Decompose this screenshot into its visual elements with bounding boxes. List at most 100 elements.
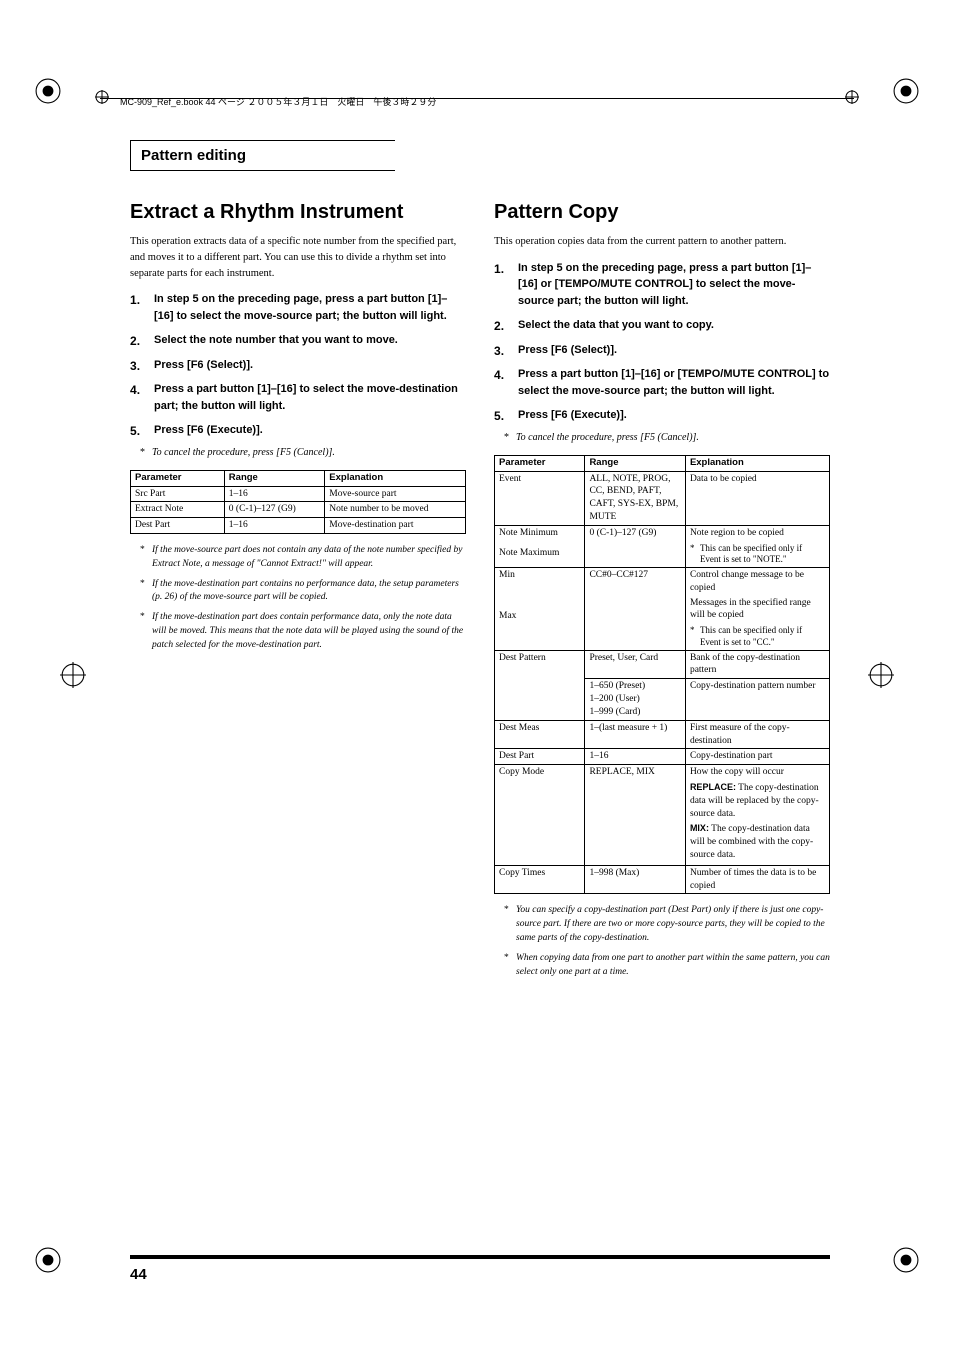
footnotes-copy: You can specify a copy-destination part … bbox=[494, 904, 830, 979]
cell: Src Part bbox=[131, 486, 225, 502]
cell: Move-destination part bbox=[325, 518, 466, 534]
footnote: If the move-source part does not contain… bbox=[140, 544, 466, 572]
step-item: Press a part button [1]–[16] to select t… bbox=[130, 381, 466, 414]
cell: Preset, User, Card bbox=[585, 650, 686, 679]
th-parameter: Parameter bbox=[131, 470, 225, 486]
cell: Note Maximum bbox=[495, 546, 585, 567]
table-row: Dest Meas 1–(last measure + 1) First mea… bbox=[495, 720, 830, 749]
step-item: In step 5 on the preceding page, press a… bbox=[494, 260, 830, 310]
footnote: You can specify a copy-destination part … bbox=[504, 904, 830, 945]
left-column: Extract a Rhythm Instrument This operati… bbox=[130, 201, 466, 985]
footnotes-extract: If the move-source part does not contain… bbox=[130, 544, 466, 652]
crop-mark-icon bbox=[35, 78, 61, 104]
heading-extract: Extract a Rhythm Instrument bbox=[130, 201, 466, 224]
cell-text: Note region to be copied bbox=[690, 527, 825, 540]
text: The copy-destination data will be combin… bbox=[690, 824, 813, 860]
heading-pattern-copy: Pattern Copy bbox=[494, 201, 830, 224]
table-row: Extract Note 0 (C-1)–127 (G9) Note numbe… bbox=[131, 502, 466, 518]
steps-extract: In step 5 on the preceding page, press a… bbox=[130, 291, 466, 439]
cell: 1–(last measure + 1) bbox=[585, 720, 686, 749]
steps-copy: In step 5 on the preceding page, press a… bbox=[494, 260, 830, 424]
crop-mark-icon bbox=[868, 662, 894, 688]
th-range: Range bbox=[585, 455, 686, 471]
strong: MIX: bbox=[690, 823, 709, 833]
cancel-note: To cancel the procedure, press [F5 (Canc… bbox=[504, 432, 830, 443]
step-item: Press [F6 (Execute)]. bbox=[494, 407, 830, 424]
cell-text: 1–999 (Card) bbox=[589, 706, 681, 719]
table-row: Event ALL, NOTE, PROG, CC, BEND, PAFT, C… bbox=[495, 471, 830, 525]
crop-mark-icon bbox=[35, 1247, 61, 1273]
cell: Dest Meas bbox=[495, 720, 585, 749]
table-extract: Parameter Range Explanation Src Part 1–1… bbox=[130, 470, 466, 534]
page-number: 44 bbox=[130, 1266, 147, 1283]
crop-mark-icon bbox=[893, 1247, 919, 1273]
cell: Extract Note bbox=[131, 502, 225, 518]
cell-text: MIX: The copy-destination data will be c… bbox=[690, 822, 825, 861]
table-row: Copy Times 1–998 (Max) Number of times t… bbox=[495, 865, 830, 894]
cell: CC#0–CC#127 bbox=[585, 568, 686, 651]
table-copy: Parameter Range Explanation Event ALL, N… bbox=[494, 455, 830, 895]
cell: How the copy will occur REPLACE: The cop… bbox=[685, 765, 829, 866]
footer-rule bbox=[130, 1255, 830, 1259]
table-row: Src Part 1–16 Move-source part bbox=[131, 486, 466, 502]
cell: 1–16 bbox=[585, 749, 686, 765]
crop-mark-icon bbox=[893, 78, 919, 104]
cell-note: This can be specified only if Event is s… bbox=[690, 625, 825, 648]
right-column: Pattern Copy This operation copies data … bbox=[494, 201, 830, 985]
table-row: Min CC#0–CC#127 Control change message t… bbox=[495, 568, 830, 609]
intro-copy: This operation copies data from the curr… bbox=[494, 234, 830, 250]
page-content: Pattern editing Extract a Rhythm Instrum… bbox=[130, 140, 830, 985]
cell: Note Minimum bbox=[495, 525, 585, 546]
cell: ALL, NOTE, PROG, CC, BEND, PAFT, CAFT, S… bbox=[585, 471, 686, 525]
crop-mark-icon bbox=[845, 90, 859, 104]
step-item: In step 5 on the preceding page, press a… bbox=[130, 291, 466, 324]
running-head: MC-909_Ref_e.book 44 ページ ２００５年３月１日 火曜日 午… bbox=[120, 95, 436, 108]
th-range: Range bbox=[224, 470, 325, 486]
cell-text: Messages in the specified range will be … bbox=[690, 597, 825, 623]
cell-text: 1–200 (User) bbox=[589, 693, 681, 706]
cell: Copy-destination pattern number bbox=[685, 679, 829, 720]
cell: Dest Part bbox=[131, 518, 225, 534]
cell: 0 (C-1)–127 (G9) bbox=[224, 502, 325, 518]
crop-mark-icon bbox=[60, 662, 86, 688]
cell: 1–16 bbox=[224, 518, 325, 534]
cell: 1–650 (Preset) 1–200 (User) 1–999 (Card) bbox=[585, 679, 686, 720]
cancel-note: To cancel the procedure, press [F5 (Canc… bbox=[140, 447, 466, 458]
cell: Note number to be moved bbox=[325, 502, 466, 518]
step-item: Press [F6 (Select)]. bbox=[494, 342, 830, 359]
th-parameter: Parameter bbox=[495, 455, 585, 471]
cell: Bank of the copy-destination pattern bbox=[685, 650, 829, 679]
table-row: Dest Part 1–16 Move-destination part bbox=[131, 518, 466, 534]
table-row: Note Minimum 0 (C-1)–127 (G9) Note regio… bbox=[495, 525, 830, 546]
th-explanation: Explanation bbox=[685, 455, 829, 471]
cell: Event bbox=[495, 471, 585, 525]
cell: First measure of the copy-destination bbox=[685, 720, 829, 749]
step-item: Press a part button [1]–[16] or [TEMPO/M… bbox=[494, 366, 830, 399]
step-item: Select the note number that you want to … bbox=[130, 332, 466, 349]
footnote: If the move-destination part contains no… bbox=[140, 578, 466, 606]
cell: 1–16 bbox=[224, 486, 325, 502]
cell: Copy Times bbox=[495, 865, 585, 894]
step-item: Select the data that you want to copy. bbox=[494, 317, 830, 334]
step-item: Press [F6 (Execute)]. bbox=[130, 422, 466, 439]
cell: Note region to be copied This can be spe… bbox=[685, 525, 829, 567]
cell: 0 (C-1)–127 (G9) bbox=[585, 525, 686, 567]
cell-text: 1–650 (Preset) bbox=[589, 680, 681, 693]
cell: Copy-destination part bbox=[685, 749, 829, 765]
cell: Min bbox=[495, 568, 585, 609]
cell: Dest Part bbox=[495, 749, 585, 765]
footnote: If the move-destination part does contai… bbox=[140, 611, 466, 652]
cell: Control change message to be copied Mess… bbox=[685, 568, 829, 651]
cell-text: How the copy will occur bbox=[690, 766, 825, 779]
cell: Data to be copied bbox=[685, 471, 829, 525]
cell: Number of times the data is to be copied bbox=[685, 865, 829, 894]
cell-note: This can be specified only if Event is s… bbox=[690, 543, 825, 566]
cell: Copy Mode bbox=[495, 765, 585, 866]
table-row: Copy Mode REPLACE, MIX How the copy will… bbox=[495, 765, 830, 866]
cell-text: Control change message to be copied bbox=[690, 569, 825, 595]
cell: Move-source part bbox=[325, 486, 466, 502]
cell: REPLACE, MIX bbox=[585, 765, 686, 866]
cell: Dest Pattern bbox=[495, 650, 585, 720]
step-item: Press [F6 (Select)]. bbox=[130, 357, 466, 374]
intro-extract: This operation extracts data of a specif… bbox=[130, 234, 466, 281]
